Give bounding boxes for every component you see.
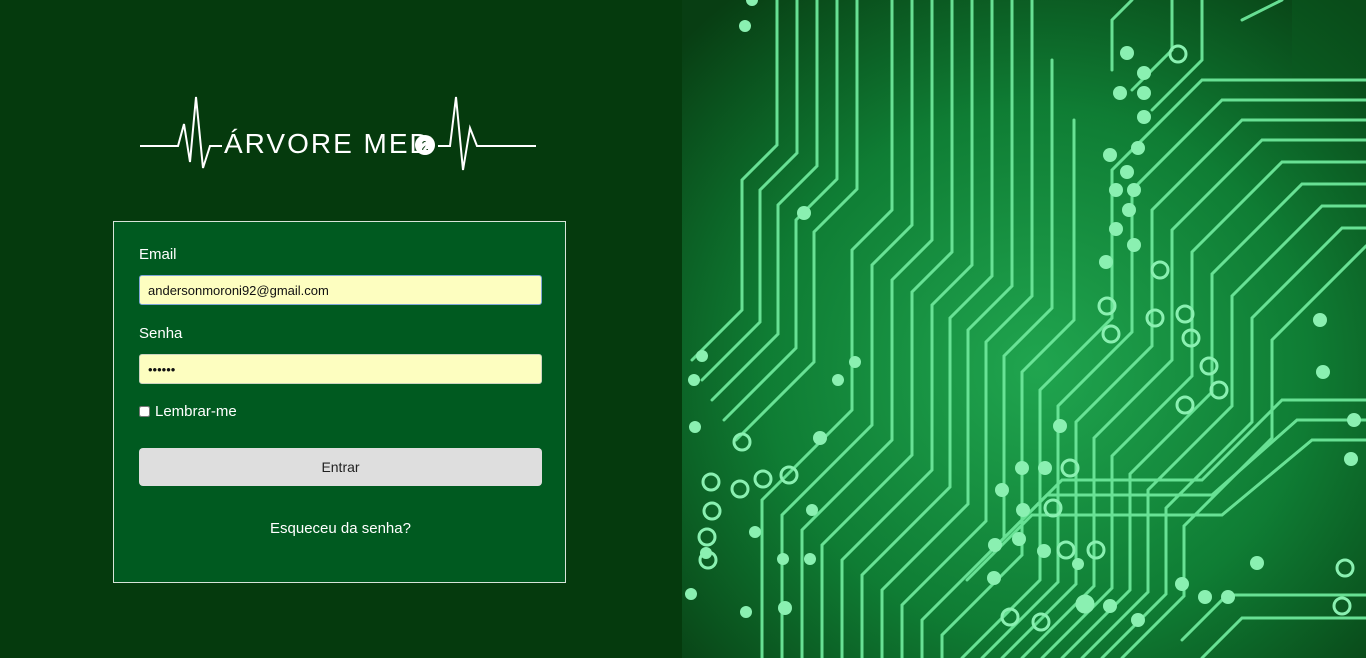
login-button[interactable]: Entrar [139,448,542,486]
forgot-password-link[interactable]: Esqueceu da senha? [114,520,567,537]
brand-name: ÁRVORE MED [224,128,432,159]
login-card: Email Senha Lembrar-me Entrar Esqueceu d… [113,221,566,583]
circuit-board-illustration [682,0,1366,658]
remember-me-checkbox[interactable] [139,406,150,417]
email-label: Email [139,246,177,263]
left-panel: 2 ÁRVORE MED Email Senha Lembrar-me Entr… [0,0,682,658]
remember-me: Lembrar-me [139,403,237,420]
remember-me-label: Lembrar-me [155,403,237,420]
password-label: Senha [139,325,183,342]
password-input[interactable] [139,354,542,384]
circuit-board-background [682,0,1366,658]
email-input[interactable] [139,275,542,305]
